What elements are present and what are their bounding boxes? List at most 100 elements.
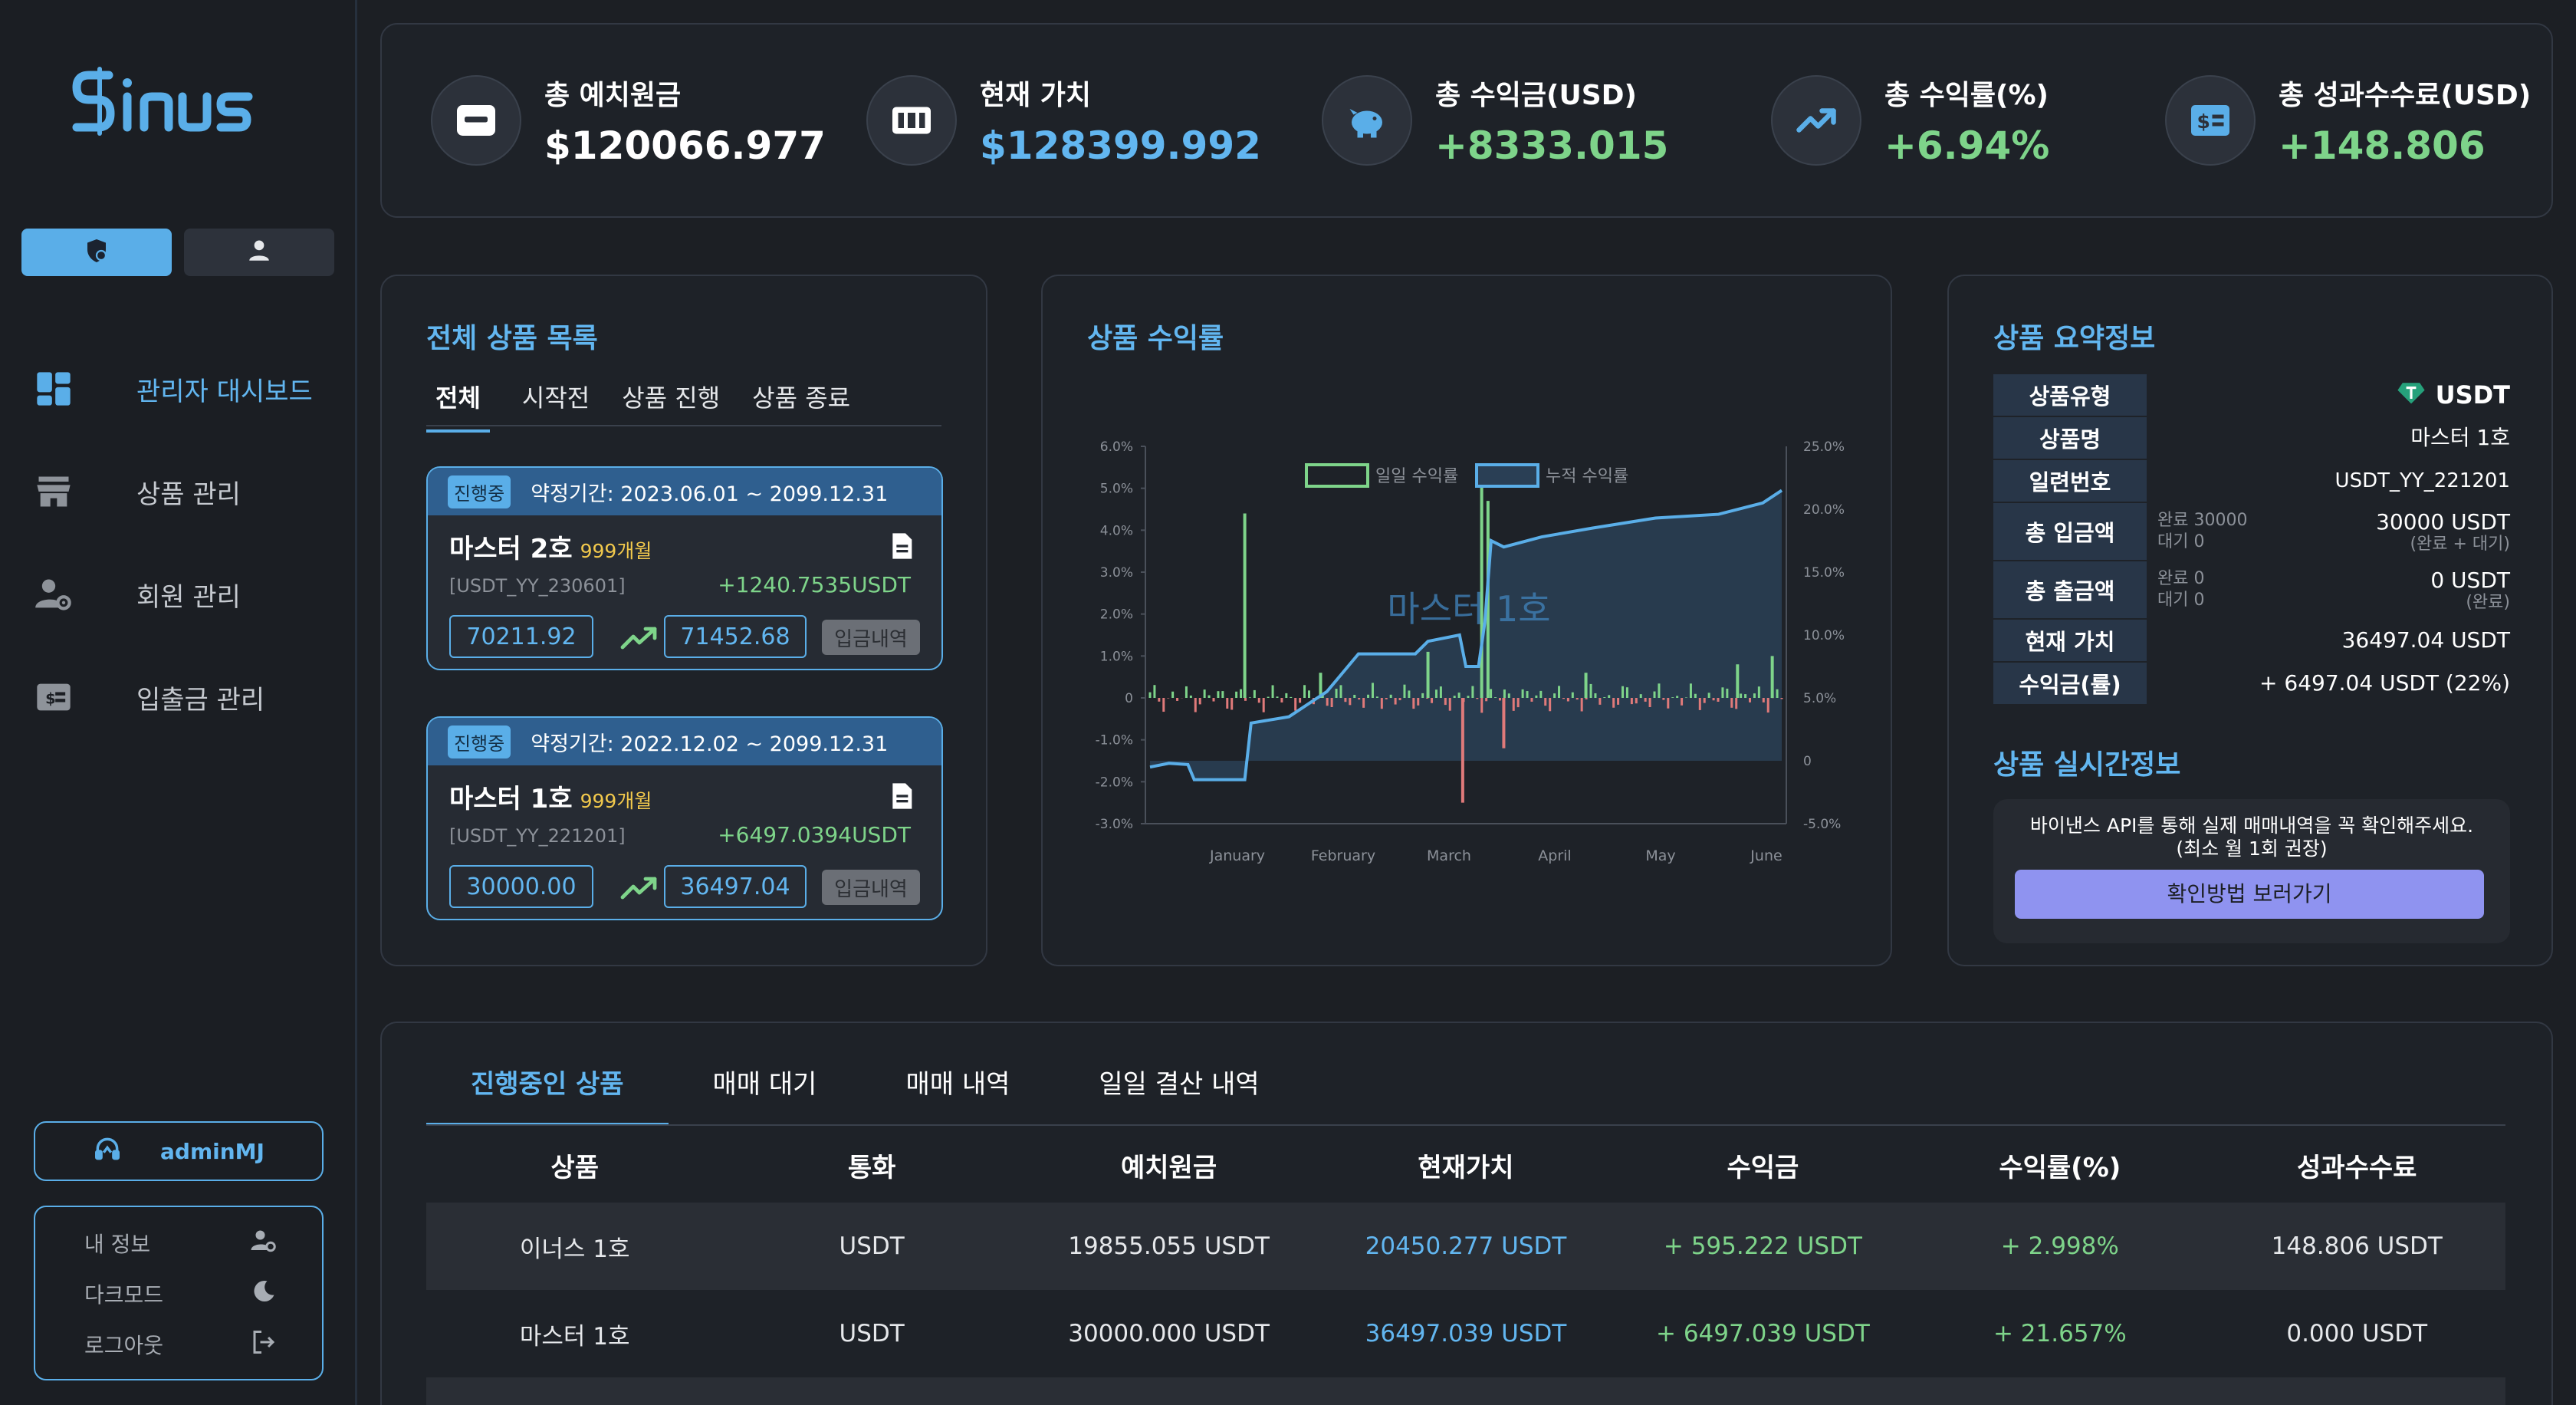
stat-total-principal: 총 예치원금 $120066.977 xyxy=(431,73,826,168)
tab-divider xyxy=(426,425,941,426)
product-name-text: 마스터 1호 xyxy=(449,784,573,814)
return-chart: 6.0% 5.0% 4.0% 3.0% 2.0% 1.0% 0 -1.0% -2.0% -3.0%… xyxy=(1096,439,1845,864)
y-right-tick-label: 5.0% xyxy=(1803,691,1836,706)
stat-value: +6.94% xyxy=(1884,123,2050,168)
summary-value: USDT_YY_221201 xyxy=(2334,469,2510,492)
deposit-history-button[interactable]: 입금내역 xyxy=(822,620,920,655)
summary-row-current: 현재 가치 36497.04 USDT xyxy=(1993,620,2510,661)
summary-key: 현재 가치 xyxy=(1993,620,2147,661)
realtime-text: 바이낸스 API를 통해 실제 매매내역을 꼭 확인해주세요. xyxy=(2029,814,2474,837)
tab-divider xyxy=(426,1124,2505,1126)
table-cell: 20450.277 USDT xyxy=(1365,1232,1567,1260)
document-icon[interactable] xyxy=(886,781,917,814)
table-row xyxy=(426,1377,2505,1405)
product-duration: 999개월 xyxy=(580,790,652,812)
svg-text:$: $ xyxy=(45,690,56,708)
tab-daily-settlement[interactable]: 일일 결산 내역 xyxy=(1054,1063,1303,1126)
moon-icon xyxy=(250,1278,278,1311)
y-right-tick-label: 25.0% xyxy=(1803,439,1845,455)
summary-value: 30000 USDT (완료 + 대기) xyxy=(2376,509,2510,554)
nav-label: 입출금 관리 xyxy=(136,684,265,716)
summary-key: 일련번호 xyxy=(1993,460,2147,502)
y-right-tick-label: 15.0% xyxy=(1803,565,1845,581)
view-guide-button[interactable]: 확인방법 보러가기 xyxy=(2015,870,2484,919)
product-card[interactable]: 진행중 약정기간: 2023.06.01 ~ 2099.12.31 마스터 2호… xyxy=(426,466,943,670)
product-table-card: 진행중인 상품 매매 대기 매매 내역 일일 결산 내역 상품 통화 예치원금 … xyxy=(380,1022,2553,1405)
sidebar-nav: 관리자 대시보드 상품 관리 회원 관리 $ 입출금 관리 xyxy=(31,337,313,749)
y-right-tick-label: 10.0% xyxy=(1803,628,1845,643)
user-menu: 내 정보 다크모드 로그아웃 xyxy=(34,1206,324,1380)
y-right-tick-label: 0 xyxy=(1803,754,1812,769)
stat-title: 총 예치원금 xyxy=(544,80,682,111)
column-header: 수익금 xyxy=(1727,1152,1799,1183)
dashboard-icon xyxy=(31,366,77,412)
admin-role-tab[interactable] xyxy=(21,229,172,276)
realtime-subtext: (최소 월 1회 권장) xyxy=(2176,837,2328,860)
person-icon xyxy=(246,238,272,267)
product-name: 마스터 2호 999개월 xyxy=(449,528,652,565)
logout-icon xyxy=(250,1328,278,1361)
nav-admin-dashboard[interactable]: 관리자 대시보드 xyxy=(31,337,313,440)
table-cell: 36497.039 USDT xyxy=(1365,1320,1567,1347)
user-role-tab[interactable] xyxy=(184,229,334,276)
deposit-history-button[interactable]: 입금내역 xyxy=(822,870,920,905)
summary-table: 상품유형 USDT 상품명 마스터 1호 일련번호 USDT_YY_221201… xyxy=(1993,374,2510,706)
menu-logout[interactable]: 로그아웃 xyxy=(84,1319,278,1370)
product-card[interactable]: 진행중 약정기간: 2022.12.02 ~ 2099.12.31 마스터 1호… xyxy=(426,716,943,920)
contract-period: 약정기간: 2023.06.01 ~ 2099.12.31 xyxy=(531,482,889,506)
x-tick-label: February xyxy=(1311,847,1375,864)
table-header: 상품 통화 예치원금 현재가치 수익금 수익률(%) 성과수수료 xyxy=(426,1137,2505,1193)
summary-row-type: 상품유형 USDT xyxy=(1993,374,2510,416)
table-row[interactable]: 이너스 1호 USDT 19855.055 USDT 20450.277 USD… xyxy=(426,1203,2505,1290)
nav-deposit-withdraw[interactable]: $ 입출금 관리 xyxy=(31,646,313,749)
fee-icon: $ xyxy=(2165,75,2256,166)
y-right-tick-label: -5.0% xyxy=(1803,817,1841,832)
brand-logo[interactable] xyxy=(71,66,285,140)
summary-sub: 완료 30000 대기 0 xyxy=(2157,510,2247,553)
table-row[interactable]: 마스터 1호 USDT 30000.000 USDT 36497.039 USD… xyxy=(426,1290,2505,1377)
sidebar: 관리자 대시보드 상품 관리 회원 관리 $ 입출금 관리 adminMJ 내 … xyxy=(0,0,357,1405)
nav-member-management[interactable]: 회원 관리 xyxy=(31,543,313,646)
table-cell: 19855.055 USDT xyxy=(1068,1232,1270,1260)
menu-my-info[interactable]: 내 정보 xyxy=(84,1218,278,1268)
user-settings-icon xyxy=(31,571,77,617)
x-tick-label: June xyxy=(1750,847,1782,864)
deposit-value: 30000 USDT xyxy=(2376,509,2510,535)
product-code: [USDT_YY_230601] xyxy=(449,575,626,597)
menu-label: 내 정보 xyxy=(84,1232,151,1257)
table-cell: + 2.998% xyxy=(2000,1232,2119,1260)
stat-value: +8333.015 xyxy=(1435,123,1669,168)
sub-pending: 대기 0 xyxy=(2157,532,2205,551)
menu-dark-mode[interactable]: 다크모드 xyxy=(84,1268,278,1319)
x-tick-label: April xyxy=(1538,847,1571,864)
stat-title: 총 성과수수료(USD) xyxy=(2279,80,2532,111)
summary-key: 총 출금액 xyxy=(1993,561,2147,618)
user-profile-box[interactable]: adminMJ xyxy=(34,1121,324,1181)
headset-icon xyxy=(93,1134,122,1169)
product-list-title: 전체 상품 목록 xyxy=(426,323,598,354)
stat-value: $120066.977 xyxy=(544,123,826,168)
status-badge: 진행중 xyxy=(448,475,511,508)
trending-up-icon xyxy=(619,874,659,903)
x-tick-label: March xyxy=(1427,847,1471,864)
tab-trade-pending[interactable]: 매매 대기 xyxy=(669,1063,862,1126)
tab-trade-history[interactable]: 매매 내역 xyxy=(861,1063,1054,1126)
realtime-title: 상품 실시간정보 xyxy=(1993,749,2181,781)
tab-active-products[interactable]: 진행중인 상품 xyxy=(426,1063,669,1126)
stat-value: +148.806 xyxy=(2279,123,2486,168)
document-icon[interactable] xyxy=(886,531,917,564)
principal-value: 70211.92 xyxy=(449,615,593,658)
menu-label: 로그아웃 xyxy=(84,1333,164,1358)
svg-text:$: $ xyxy=(2197,110,2210,133)
y-left-tick-label: 4.0% xyxy=(1100,523,1133,538)
legend-daily-label: 일일 수익률 xyxy=(1375,467,1458,486)
product-profit: +1240.7535USDT xyxy=(718,572,911,597)
y-left-tick-label: 0 xyxy=(1125,691,1133,706)
nav-product-management[interactable]: 상품 관리 xyxy=(31,440,313,543)
username: adminMJ xyxy=(160,1138,264,1164)
contract-period: 약정기간: 2022.12.02 ~ 2099.12.31 xyxy=(531,732,889,756)
stat-current-value: 현재 가치 $128399.992 xyxy=(866,73,1261,168)
legend-cumulative-label: 누적 수익률 xyxy=(1546,467,1628,486)
y-left-tick-label: -2.0% xyxy=(1096,775,1133,790)
withdraw-note: (완료) xyxy=(2466,593,2510,612)
